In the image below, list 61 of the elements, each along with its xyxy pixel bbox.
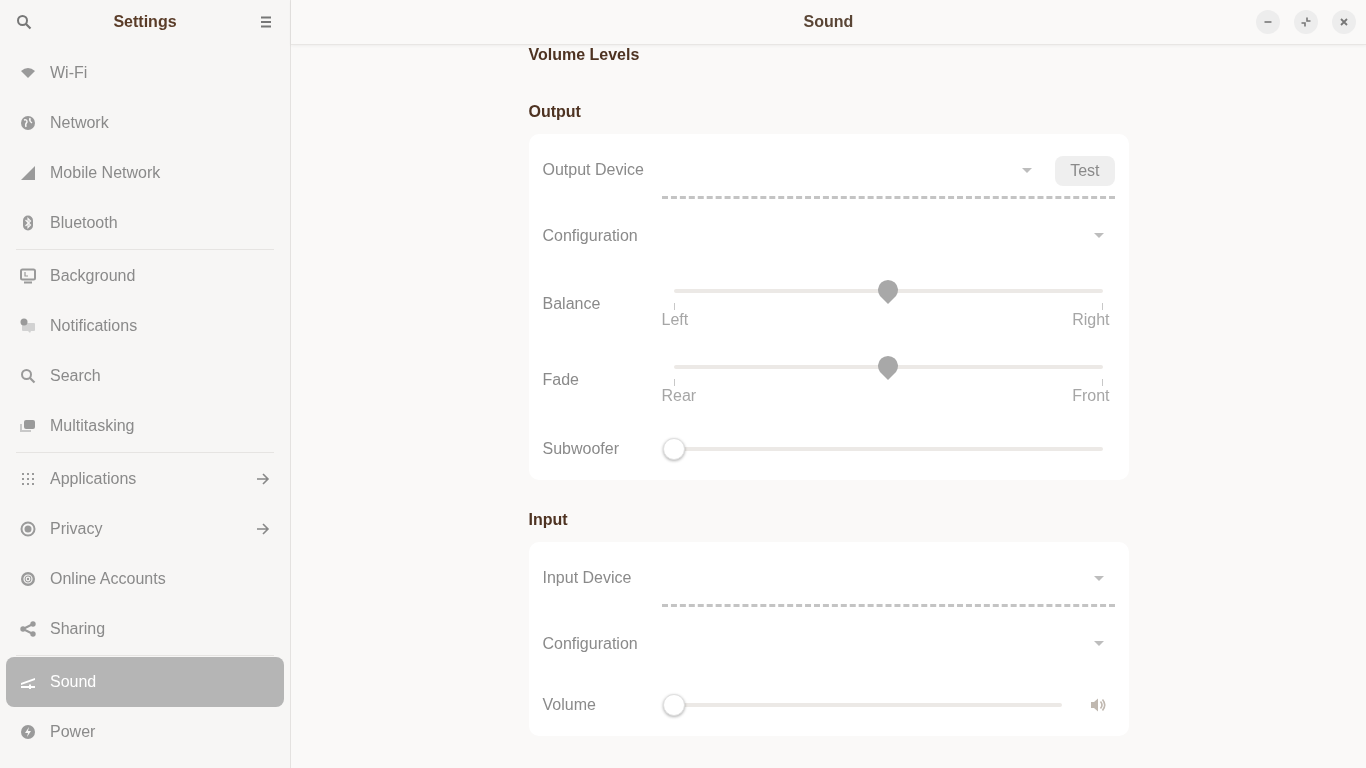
sidebar-title: Settings	[113, 13, 177, 31]
row-label: Configuration	[542, 635, 639, 653]
wifi-icon	[20, 65, 36, 81]
windows-icon	[20, 418, 36, 434]
sidebar-item[interactable]: Notifications	[6, 301, 284, 351]
sidebar-item[interactable]: Search	[6, 351, 284, 401]
bluetooth-icon	[20, 215, 36, 231]
sidebar-item[interactable]: Power	[6, 707, 284, 757]
sidebar-item[interactable]: Wi-Fi	[6, 48, 284, 98]
sidebar-item[interactable]: Multitasking	[6, 401, 284, 451]
slider-thumb[interactable]	[877, 279, 899, 305]
sidebar-item[interactable]: Applications	[6, 454, 284, 504]
row-label: Output Device	[542, 161, 645, 179]
caret-icon	[1021, 167, 1034, 175]
grid-icon	[20, 471, 36, 487]
sidebar-item[interactable]: Online Accounts	[6, 554, 284, 604]
speaker-icon	[1089, 697, 1106, 713]
page-heading: Volume Levels	[528, 45, 640, 65]
share-icon	[20, 621, 36, 637]
close-icon	[1339, 17, 1349, 27]
section-heading: Output	[528, 102, 581, 122]
test-button[interactable]: Test	[1055, 156, 1115, 186]
slider-start-label: Rear	[661, 387, 697, 405]
monitor-icon	[20, 268, 36, 284]
sidebar-item[interactable]: Mobile Network	[6, 148, 284, 198]
search-icon	[20, 368, 36, 384]
row-label: Balance	[542, 295, 602, 313]
sidebar-item[interactable]: Background	[6, 251, 284, 301]
section-heading: Input	[528, 510, 568, 530]
row-label: Fade	[542, 371, 580, 389]
close-button[interactable]	[1332, 10, 1356, 34]
target-icon	[20, 521, 36, 537]
power-icon	[20, 724, 36, 740]
at-sign-icon	[20, 571, 36, 587]
slider-start-label: Left	[661, 311, 689, 329]
sidebar-item[interactable]: Sound	[6, 657, 284, 707]
caret-icon	[1092, 640, 1105, 648]
sidebar-item[interactable]: Bluetooth	[6, 198, 284, 248]
slider-end-label: Right	[1072, 311, 1110, 329]
sidebar-item[interactable]: Privacy	[6, 504, 284, 554]
signal-icon	[20, 165, 36, 181]
row-label: Configuration	[542, 227, 639, 245]
slider-thumb[interactable]	[662, 694, 685, 716]
row-label: Volume	[542, 696, 597, 714]
caret-icon	[1092, 232, 1105, 240]
row-label: Subwoofer	[542, 440, 620, 458]
window-title: Sound	[803, 13, 854, 31]
slider-thumb[interactable]	[662, 438, 685, 460]
restore-button[interactable]	[1294, 10, 1318, 34]
minimize-button[interactable]	[1256, 10, 1280, 34]
globe-icon	[20, 115, 36, 131]
restore-icon	[1301, 17, 1311, 27]
slider-end-label: Front	[1072, 387, 1110, 405]
slider-thumb[interactable]	[877, 355, 899, 381]
menu-icon[interactable]	[258, 14, 274, 30]
row-label: Input Device	[542, 569, 633, 587]
notification-icon	[20, 318, 36, 334]
caret-icon	[1092, 575, 1105, 583]
sidebar-item[interactable]: Network	[6, 98, 284, 148]
sidebar-item[interactable]: Sharing	[6, 604, 284, 654]
search-icon[interactable]	[16, 14, 32, 30]
